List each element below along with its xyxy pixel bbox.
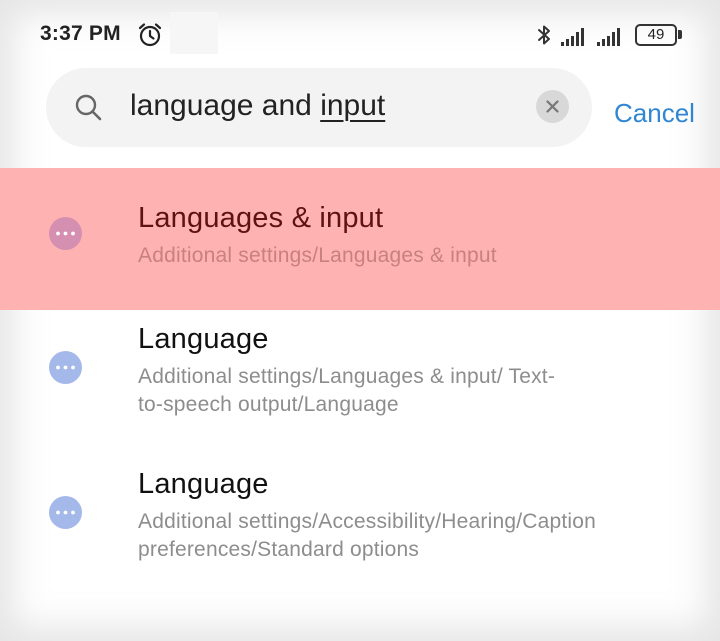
- close-icon: [546, 100, 559, 113]
- search-result-item[interactable]: Language Additional settings/Accessibili…: [0, 455, 720, 591]
- status-bar: 3:37 PM 49: [0, 0, 720, 70]
- search-result-item[interactable]: Language Additional settings/Languages &…: [0, 310, 720, 446]
- result-path: Additional settings/Accessibility/Hearin…: [138, 510, 597, 561]
- search-query-composing: input: [320, 89, 386, 122]
- result-title: Language: [138, 323, 269, 355]
- bluetooth-icon: [538, 25, 550, 45]
- battery-tip: [678, 30, 682, 39]
- alarm-clock-icon: [138, 23, 162, 47]
- more-dots-icon: [49, 496, 82, 529]
- cancel-button[interactable]: Cancel: [614, 98, 695, 129]
- search-result-item[interactable]: Languages & input Additional settings/La…: [0, 168, 720, 310]
- signal-icon: [561, 28, 584, 46]
- search-input[interactable]: language and input: [130, 89, 385, 123]
- result-path: Additional settings/Languages & input: [138, 244, 497, 267]
- battery-icon: 49: [635, 24, 677, 46]
- battery-level: 49: [647, 26, 665, 43]
- more-dots-icon: [49, 217, 82, 250]
- search-query-text: language and: [130, 89, 321, 122]
- notification-placeholder: [170, 12, 218, 54]
- clear-search-button[interactable]: [536, 90, 569, 123]
- result-title: Languages & input: [138, 202, 384, 234]
- result-path: Additional settings/Languages & input/ T…: [138, 365, 556, 416]
- search-bar[interactable]: language and input: [46, 68, 592, 147]
- result-title: Language: [138, 468, 269, 500]
- more-dots-icon: [49, 351, 82, 384]
- signal-icon: [597, 28, 620, 46]
- status-time: 3:37 PM: [40, 22, 121, 45]
- search-icon: [75, 94, 102, 121]
- settings-search-screen: 3:37 PM 49 language and input Cancel Lan…: [0, 0, 720, 641]
